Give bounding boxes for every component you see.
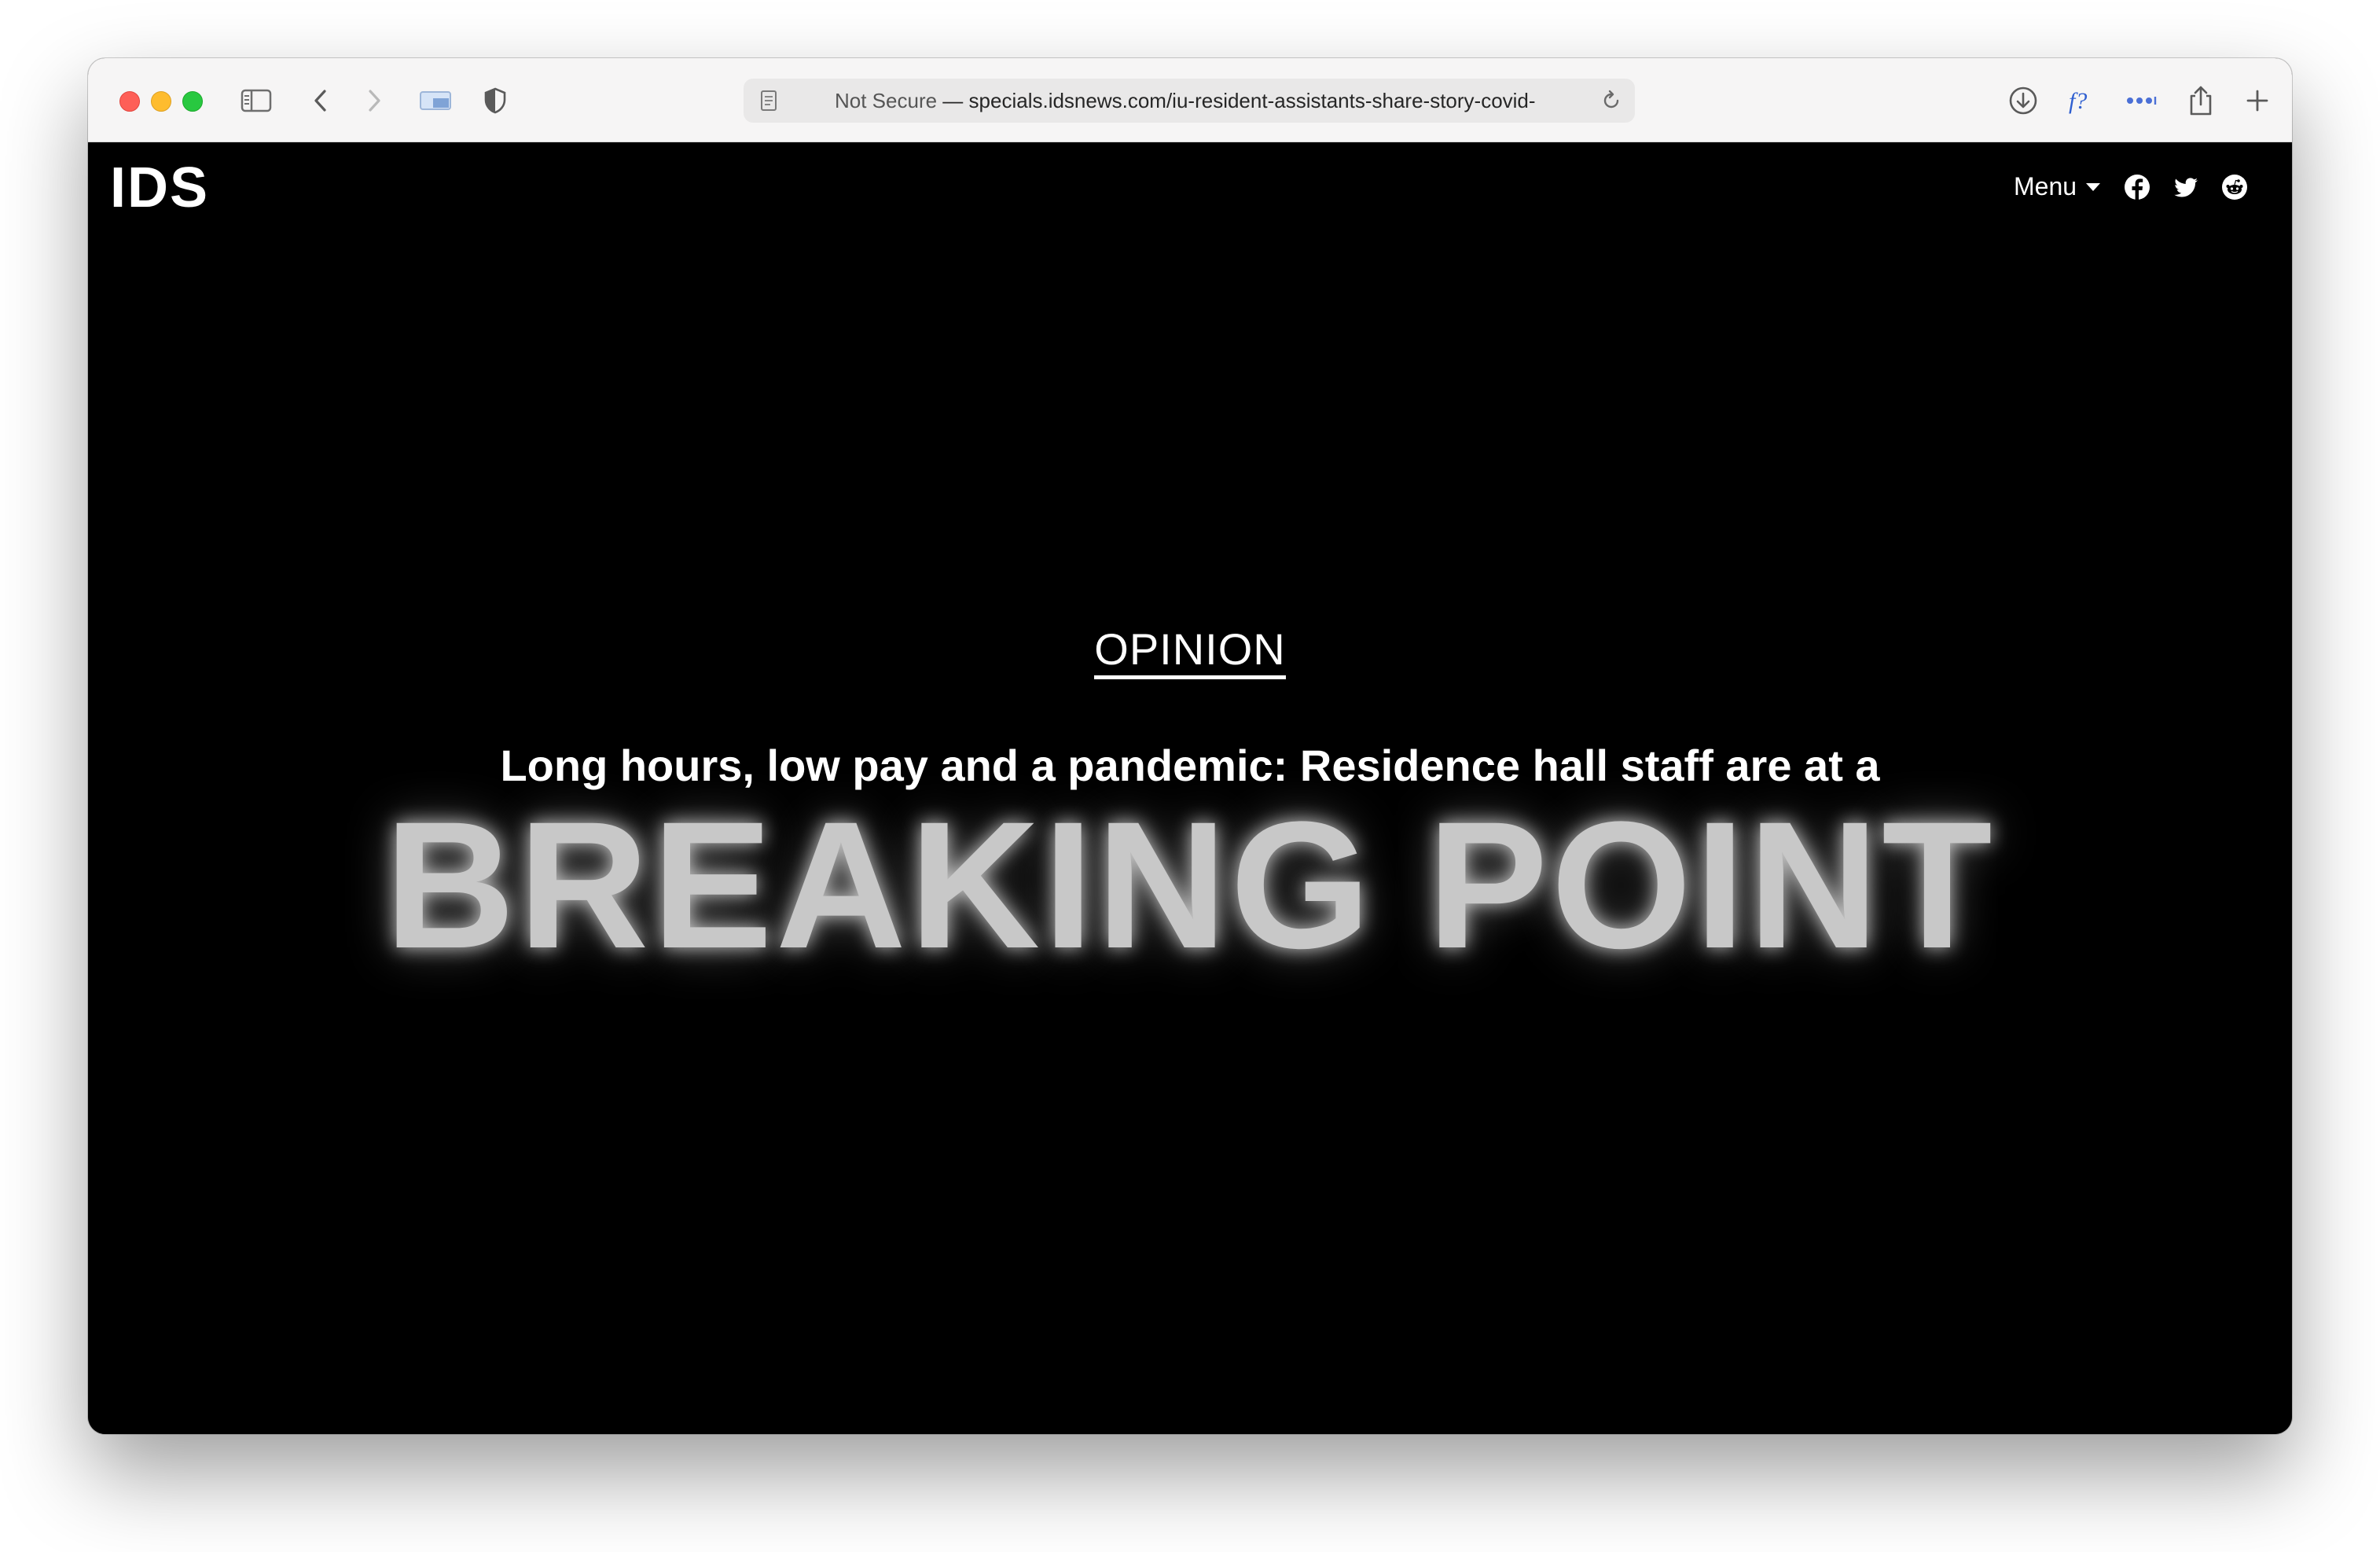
caret-down-icon <box>2086 182 2101 191</box>
url-text[interactable]: Not Secure — specials.idsnews.com/iu-res… <box>835 79 1558 123</box>
browser-window: Not Secure — specials.idsnews.com/iu-res… <box>88 58 2292 1434</box>
url-security-label: Not Secure <box>835 89 938 112</box>
share-icon[interactable] <box>2182 82 2220 120</box>
reddit-icon[interactable] <box>2221 174 2248 200</box>
privacy-shield-icon[interactable] <box>476 82 514 120</box>
twitter-icon[interactable] <box>2172 174 2199 200</box>
sidebar-toggle-icon[interactable] <box>237 82 275 120</box>
svg-text:f?: f? <box>2069 88 2087 114</box>
address-bar[interactable]: Not Secure — specials.idsnews.com/iu-res… <box>744 79 1635 123</box>
article-headline: BREAKING POINT <box>384 784 1996 986</box>
url-fade <box>1533 79 1580 123</box>
facebook-icon[interactable] <box>2124 174 2150 200</box>
minimize-window-button[interactable] <box>151 91 171 112</box>
url-address: specials.idsnews.com/iu-resident-assista… <box>968 89 1536 112</box>
section-label-wrapper: OPINION <box>88 623 2292 679</box>
close-window-button[interactable] <box>119 91 140 112</box>
site-logo[interactable]: IDS <box>110 160 209 216</box>
browser-toolbar: Not Secure — specials.idsnews.com/iu-res… <box>88 58 2292 142</box>
more-extensions-icon[interactable] <box>2122 82 2160 120</box>
downloads-icon[interactable] <box>2004 82 2042 120</box>
url-separator: — <box>937 89 969 112</box>
forward-icon[interactable] <box>355 82 393 120</box>
font-finder-extension-icon[interactable]: f? <box>2064 82 2102 120</box>
zoom-window-button[interactable] <box>182 91 203 112</box>
back-icon[interactable] <box>302 82 340 120</box>
page-icon <box>761 90 777 111</box>
reload-icon[interactable] <box>1599 88 1624 113</box>
extension-icon[interactable] <box>417 82 454 120</box>
section-label-opinion[interactable]: OPINION <box>1094 624 1286 679</box>
web-page: IDS Menu OPINION Long hours, low pay and… <box>88 142 2292 1434</box>
menu-button[interactable]: Menu <box>2014 172 2101 201</box>
menu-label: Menu <box>2014 172 2077 200</box>
new-tab-icon[interactable] <box>2239 82 2276 120</box>
